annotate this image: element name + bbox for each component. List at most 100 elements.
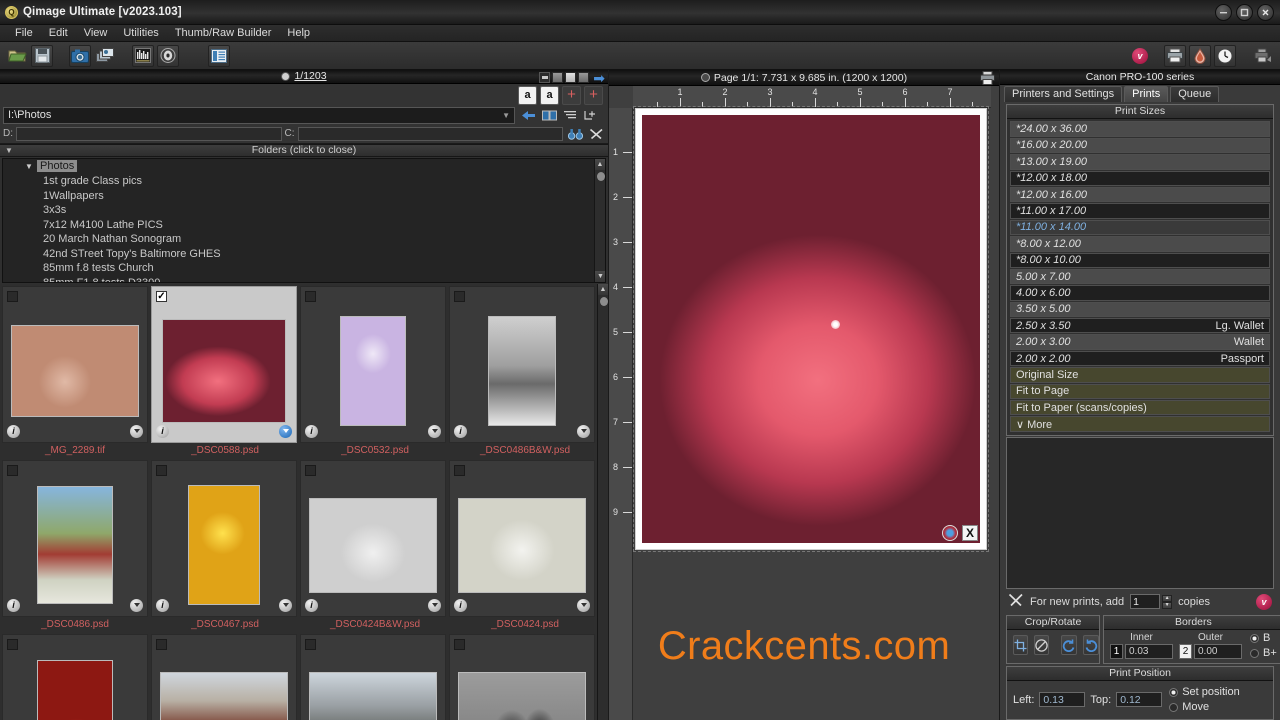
copy-images-icon[interactable] (94, 45, 116, 67)
inner-border-input[interactable] (1125, 644, 1173, 659)
thumbnail-checkbox[interactable] (156, 638, 167, 650)
edit-a-icon[interactable]: a (540, 85, 559, 105)
browser-minimize-icon[interactable] (539, 72, 551, 83)
outer-border-input[interactable] (1194, 644, 1242, 659)
thumbnail-checkbox[interactable] (7, 290, 18, 302)
thumbnail-cell[interactable]: i (2, 285, 148, 443)
thumbnail-menu-icon[interactable] (428, 424, 441, 438)
info-icon[interactable]: i (156, 424, 169, 438)
print-size-item[interactable]: *12.00 x 18.00 (1010, 170, 1270, 186)
color-drop-icon[interactable] (1189, 44, 1211, 67)
maximize-button[interactable] (1236, 3, 1253, 21)
thumbnail-menu-icon[interactable] (130, 424, 143, 438)
next-arrow-icon[interactable]: ➡ (593, 71, 605, 85)
thumbnail-checkbox[interactable] (305, 638, 316, 650)
print-size-item[interactable]: *12.00 x 16.00 (1010, 186, 1270, 203)
copies-version-badge-icon[interactable]: v (1256, 593, 1272, 610)
open-folder-icon[interactable] (6, 45, 28, 67)
print-queue-icon[interactable] (1252, 45, 1274, 67)
print-size-item[interactable]: 4.00 x 6.00 (1010, 285, 1270, 301)
tab-prints[interactable]: Prints (1124, 86, 1169, 103)
histogram-icon[interactable] (132, 44, 154, 67)
thumbnail-menu-icon[interactable] (577, 598, 590, 612)
print-size-item[interactable]: 2.50 x 3.50 Lg. Wallet (1010, 318, 1270, 334)
thumbnail-cell[interactable]: i (151, 633, 297, 720)
scroll-up-icon[interactable]: ▲ (595, 158, 605, 170)
info-icon[interactable]: i (305, 424, 318, 438)
radio-b-dot-icon[interactable] (1250, 633, 1259, 643)
thumbnail-menu-icon[interactable] (279, 598, 292, 612)
cd-disc-icon[interactable] (157, 44, 179, 67)
thumbnail-cell[interactable]: i (2, 459, 148, 617)
radio-b-plus-dot-icon[interactable] (1250, 648, 1259, 658)
thumbnail-cell[interactable]: i (2, 633, 148, 720)
path-input[interactable]: I:\Photos ▼ (3, 106, 515, 124)
thumbnail-checkbox[interactable] (305, 464, 316, 476)
chevron-down-icon[interactable]: ▼ (502, 111, 510, 120)
radio-set-position[interactable]: Set position (1169, 686, 1240, 698)
thumbnail-menu-icon[interactable] (279, 424, 292, 438)
preview-canvas[interactable]: 1 2 3 4 5 6 7 8 9 X Crackcents.com (609, 106, 999, 720)
tree-node[interactable]: 85mm f.8 tests Church (3, 261, 605, 276)
thumbnail-cell[interactable]: i (449, 633, 595, 720)
version-badge-icon[interactable]: v (1132, 47, 1148, 64)
expander-icon[interactable]: ▼ (25, 160, 37, 175)
outer-border-index[interactable]: 2 (1179, 644, 1192, 659)
tab-queue[interactable]: Queue (1170, 86, 1220, 103)
thumbnail-menu-icon[interactable] (428, 598, 441, 612)
tree-node[interactable]: 3x3s (3, 203, 605, 218)
print-sizes-list[interactable]: *24.00 x 36.00 *16.00 x 20.00 *13.00 x 1… (1007, 119, 1273, 434)
scroll-thumb[interactable] (597, 171, 605, 181)
folders-collapse-icon[interactable]: ▼ (5, 146, 13, 155)
tree-node[interactable]: 42nd STreet Topy's Baltimore GHES (3, 247, 605, 262)
close-button[interactable] (1257, 3, 1274, 21)
filter-d-input[interactable] (16, 126, 282, 141)
thumbnail-cell[interactable]: i (151, 459, 297, 617)
tree-node[interactable]: 85mm F1.8 tests D3300 (3, 276, 605, 282)
menu-edit[interactable]: Edit (41, 25, 76, 41)
crop-icon[interactable] (1013, 635, 1028, 655)
tree-scrollbar[interactable]: ▲ ▼ (594, 158, 605, 282)
thumbnail-grid[interactable]: i ✓ i i i _MG_2289.tif _DSC0588.psd _DSC… (0, 283, 608, 720)
print-page[interactable]: X (633, 106, 989, 552)
info-icon[interactable]: i (7, 424, 20, 438)
crosshair-target-icon[interactable] (942, 525, 958, 541)
tools-icon[interactable] (587, 126, 605, 142)
save-disk-icon[interactable] (31, 44, 53, 67)
binoculars-icon[interactable] (566, 126, 584, 142)
menu-view[interactable]: View (76, 25, 116, 41)
add-red-icon[interactable]: + (562, 85, 581, 105)
print-size-item-selected[interactable]: *11.00 x 14.00 (1010, 219, 1270, 236)
print-size-item[interactable]: 5.00 x 7.00 (1010, 268, 1270, 285)
tree-node[interactable]: 1st grade Class pics (3, 174, 605, 189)
browser-maximize-icon[interactable] (565, 72, 577, 83)
copies-input[interactable] (1130, 594, 1161, 609)
image-counter[interactable]: 1/1203 (294, 70, 326, 82)
radio-move-dot-icon[interactable] (1169, 702, 1179, 712)
straighten-icon[interactable] (1034, 635, 1049, 655)
filter-c-input[interactable] (297, 126, 563, 141)
rotate-ccw-icon[interactable] (1061, 635, 1077, 655)
thumbnail-cell[interactable]: i (300, 285, 446, 443)
print-size-item[interactable]: *8.00 x 12.00 (1010, 236, 1270, 252)
scroll-up-icon[interactable]: ▲ (598, 283, 608, 295)
print-size-item[interactable]: 3.50 x 5.00 (1010, 301, 1270, 318)
tree-node[interactable]: 1Wallpapers (3, 189, 605, 204)
folders-header[interactable]: ▼ Folders (click to close) (0, 143, 608, 157)
copies-tools-icon[interactable] (1008, 593, 1024, 610)
rotate-cw-icon[interactable] (1083, 635, 1099, 655)
book-icon[interactable] (540, 107, 558, 123)
radio-move[interactable]: Move (1169, 701, 1239, 713)
print-size-item[interactable]: 2.00 x 2.00 Passport (1010, 350, 1270, 367)
back-arrow-icon[interactable] (519, 107, 537, 123)
rename-a-icon[interactable]: a (518, 85, 537, 105)
copies-stepper[interactable]: ▲ ▼ (1130, 594, 1173, 609)
remove-print-icon[interactable]: X (962, 525, 978, 541)
list-icon[interactable] (561, 107, 579, 123)
radio-b[interactable]: B (1250, 632, 1277, 644)
stepper-arrows[interactable]: ▲ ▼ (1162, 594, 1173, 609)
thumbnail-checkbox[interactable] (7, 638, 18, 650)
radio-b-plus[interactable]: B+ (1250, 647, 1277, 659)
top-position-input[interactable] (1116, 692, 1163, 707)
thumbnail-cell[interactable]: i (449, 285, 595, 443)
